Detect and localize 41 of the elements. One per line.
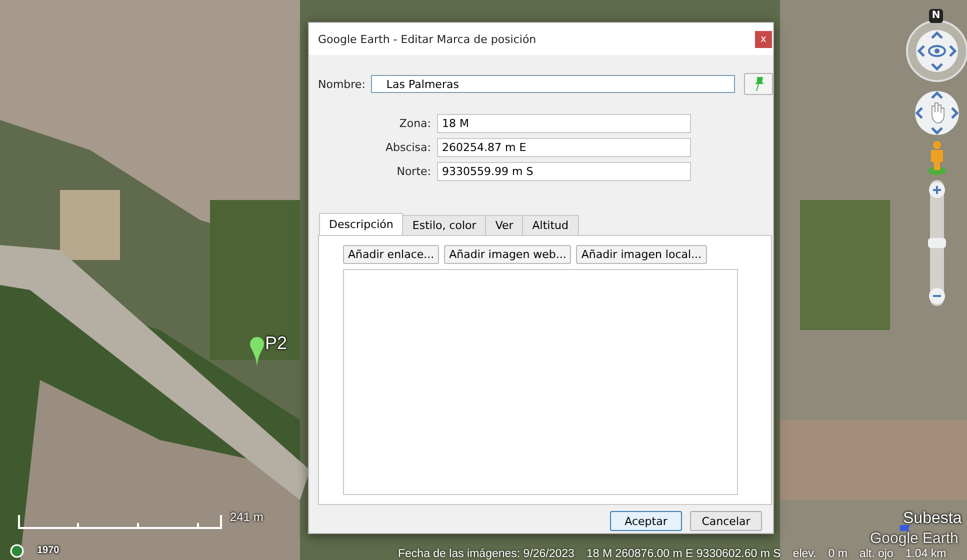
year-label: 1970 <box>37 545 60 556</box>
coordinate-field[interactable]: 260254.87 m E <box>437 138 691 157</box>
field-label: Zona: <box>398 117 431 130</box>
scale-label: 241 m <box>230 510 264 524</box>
cancel-button[interactable]: Cancelar <box>690 511 762 531</box>
close-button[interactable]: x <box>755 30 772 48</box>
google-earth-logo: Google Earth <box>870 530 958 547</box>
status-text: 1.04 km <box>905 548 946 560</box>
pin-button[interactable] <box>744 73 773 95</box>
slider-thumb[interactable] <box>928 238 946 248</box>
tab[interactable]: Descripción <box>319 213 404 235</box>
zoom-slider[interactable] <box>927 180 947 306</box>
pan-control[interactable] <box>914 90 960 136</box>
status-text: alt. ojo <box>859 548 894 560</box>
tab[interactable]: Ver <box>485 215 524 235</box>
name-field[interactable]: Las Palmeras <box>371 75 736 93</box>
description-field[interactable] <box>343 269 738 495</box>
tab[interactable]: Estilo, color <box>402 215 486 235</box>
placemark-icon <box>250 337 264 367</box>
coordinate-field[interactable]: 9330559.99 m S <box>437 162 691 181</box>
field-label: Abscisa: <box>384 141 431 154</box>
tab[interactable]: Altitud <box>522 215 578 235</box>
insert-button[interactable]: Añadir imagen local... <box>576 245 707 264</box>
status-text: Fecha de las imágenes: 9/26/2023 <box>398 548 574 560</box>
window-title: Google Earth - Editar Marca de posición <box>318 32 536 46</box>
name-label: Nombre: <box>318 78 366 90</box>
pushpin-icon <box>754 77 764 91</box>
north-label: N <box>929 9 943 23</box>
coordinate-field[interactable]: 18 M <box>437 114 691 133</box>
status-text: 0 m <box>828 548 848 560</box>
status-text: elev. <box>792 548 816 560</box>
compass-control[interactable] <box>906 20 967 82</box>
placemark-label: P2 <box>265 333 288 354</box>
insert-button[interactable]: Añadir enlace... <box>343 245 440 264</box>
person-icon[interactable] <box>927 140 947 176</box>
accept-button[interactable]: Aceptar <box>610 511 682 531</box>
status-text: 18 M 260876.00 m E 9330602.60 m S <box>586 548 781 560</box>
history-icon[interactable] <box>10 544 24 558</box>
insert-button[interactable]: Añadir imagen web... <box>444 245 572 264</box>
field-label: Norte: <box>396 165 431 178</box>
place-label: Subesta <box>903 510 962 528</box>
